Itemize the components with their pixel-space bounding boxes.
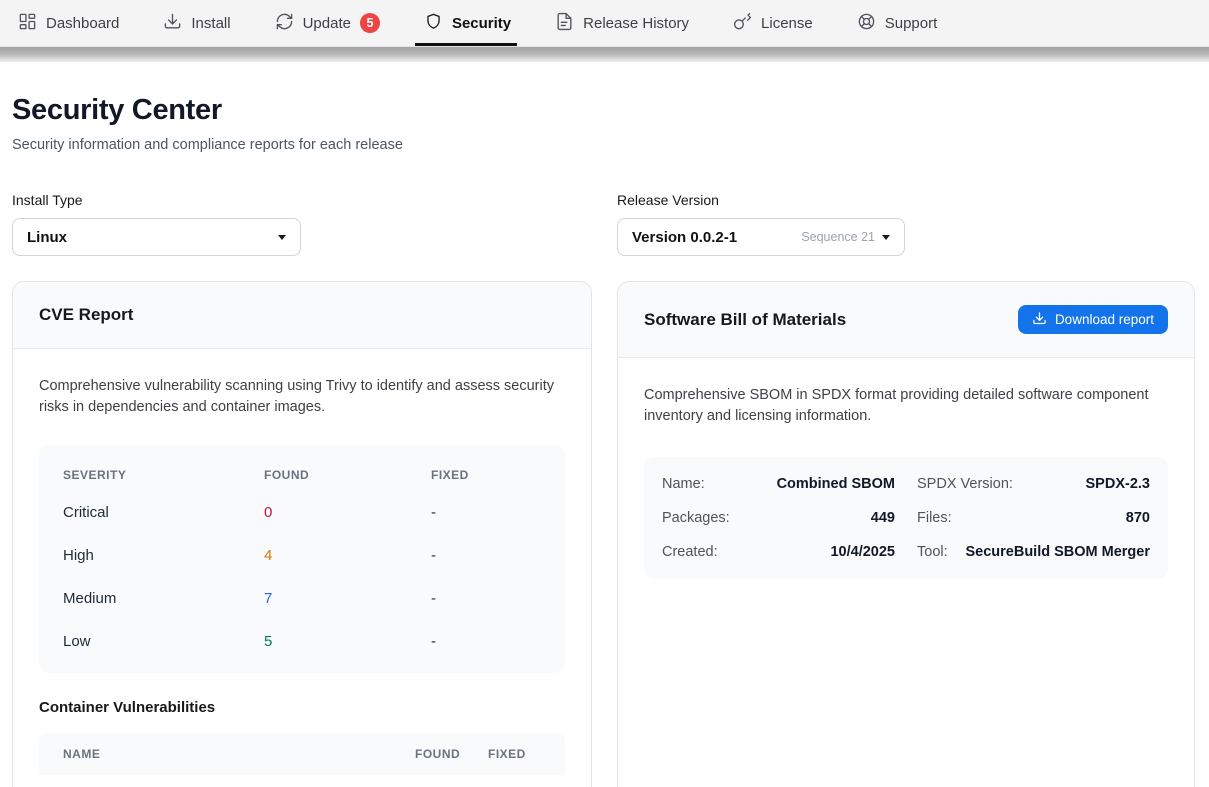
nav-label: Release History	[583, 15, 689, 32]
sbom-description: Comprehensive SBOM in SPDX format provid…	[644, 385, 1168, 428]
table-row: Critical 0 -	[39, 491, 565, 534]
col-fixed: FIXED	[431, 468, 541, 482]
cve-report-title: CVE Report	[39, 305, 133, 325]
page-subtitle: Security information and compliance repo…	[12, 137, 1197, 153]
nav-label: Install	[191, 15, 230, 32]
update-icon	[275, 12, 294, 35]
sbom-info-tool: Tool: SecureBuild SBOM Merger	[915, 535, 1152, 569]
support-lifebuoy-icon	[857, 12, 876, 35]
top-navigation: Dashboard Install Update 5 Security Rele…	[0, 0, 1209, 47]
sbom-card: Software Bill of Materials Download repo…	[617, 281, 1195, 787]
download-icon	[1032, 311, 1047, 329]
sbom-header: Software Bill of Materials Download repo…	[618, 282, 1194, 358]
nav-label: Update	[303, 15, 351, 32]
severity-table: SEVERITY FOUND FIXED Critical 0 - High 4…	[39, 445, 565, 673]
severity-label: Medium	[63, 590, 264, 607]
nav-item-security[interactable]: Security	[424, 0, 511, 46]
nav-label: Dashboard	[46, 15, 119, 32]
cve-report-body: Comprehensive vulnerability scanning usi…	[13, 349, 591, 787]
col-found: FOUND	[264, 468, 431, 482]
dashboard-icon	[18, 12, 37, 35]
found-count: 4	[264, 547, 431, 564]
found-count: 5	[264, 633, 431, 650]
sbom-info-files: Files: 870	[915, 501, 1152, 535]
col-fixed: FIXED	[488, 747, 522, 761]
table-row: High 4 -	[39, 534, 565, 577]
sbom-info-packages: Packages: 449	[660, 501, 897, 535]
table-row: Medium 7 -	[39, 577, 565, 620]
nav-item-update[interactable]: Update 5	[275, 0, 380, 46]
filters-row: Install Type Linux Release Version Versi…	[12, 192, 1197, 256]
severity-table-header: SEVERITY FOUND FIXED	[39, 453, 565, 491]
fixed-count: -	[431, 633, 541, 650]
severity-label: High	[63, 547, 264, 564]
severity-label: Low	[63, 633, 264, 650]
release-version-select[interactable]: Version 0.0.2-1 Sequence 21	[617, 218, 905, 256]
col-severity: SEVERITY	[63, 468, 264, 482]
install-icon	[163, 12, 182, 35]
nav-item-release-history[interactable]: Release History	[555, 0, 689, 46]
cards-row: CVE Report Comprehensive vulnerability s…	[12, 281, 1197, 787]
fixed-count: -	[431, 590, 541, 607]
fixed-count: -	[431, 547, 541, 564]
download-label: Download report	[1055, 312, 1154, 327]
nav-label: Support	[885, 15, 938, 32]
cve-report-description: Comprehensive vulnerability scanning usi…	[39, 376, 565, 419]
release-version-label: Release Version	[617, 192, 1195, 208]
cve-report-header: CVE Report	[13, 282, 591, 349]
nav-label: Security	[452, 15, 511, 32]
container-vulnerabilities-title: Container Vulnerabilities	[39, 699, 565, 716]
install-type-label: Install Type	[12, 192, 592, 208]
update-count-badge: 5	[360, 13, 380, 33]
license-key-icon	[733, 12, 752, 35]
horizontal-scrollbar[interactable]	[0, 47, 1209, 62]
release-history-icon	[555, 12, 574, 35]
sbom-info-grid: Name: Combined SBOM SPDX Version: SPDX-2…	[644, 457, 1168, 579]
table-row: Low 5 -	[39, 620, 565, 663]
container-table-header: NAME FOUND FIXED	[39, 733, 565, 775]
release-version-value: Version 0.0.2-1	[632, 229, 737, 246]
chevron-down-icon	[882, 235, 890, 240]
found-count: 7	[264, 590, 431, 607]
release-version-filter: Release Version Version 0.0.2-1 Sequence…	[617, 192, 1195, 256]
sequence-hint: Sequence 21	[801, 230, 875, 244]
sbom-info-created: Created: 10/4/2025	[660, 535, 897, 569]
page-title: Security Center	[12, 94, 1197, 127]
sbom-info-spdx-version: SPDX Version: SPDX-2.3	[915, 467, 1152, 501]
col-found: FOUND	[415, 747, 457, 761]
download-report-button[interactable]: Download report	[1018, 305, 1168, 334]
nav-item-install[interactable]: Install	[163, 0, 230, 46]
sbom-title: Software Bill of Materials	[644, 310, 846, 330]
cve-report-card: CVE Report Comprehensive vulnerability s…	[12, 281, 592, 787]
found-count: 0	[264, 504, 431, 521]
fixed-count: -	[431, 504, 541, 521]
nav-label: License	[761, 15, 813, 32]
security-shield-icon	[424, 12, 443, 35]
chevron-down-icon	[278, 235, 286, 240]
nav-item-support[interactable]: Support	[857, 0, 938, 46]
sbom-info-name: Name: Combined SBOM	[660, 467, 897, 501]
install-type-value: Linux	[27, 229, 67, 246]
install-type-filter: Install Type Linux	[12, 192, 592, 256]
nav-item-dashboard[interactable]: Dashboard	[18, 0, 119, 46]
sbom-body: Comprehensive SBOM in SPDX format provid…	[618, 358, 1194, 606]
col-name: NAME	[63, 747, 415, 761]
nav-item-license[interactable]: License	[733, 0, 813, 46]
main-content: Security Center Security information and…	[0, 94, 1209, 787]
install-type-select[interactable]: Linux	[12, 218, 301, 256]
severity-label: Critical	[63, 504, 264, 521]
